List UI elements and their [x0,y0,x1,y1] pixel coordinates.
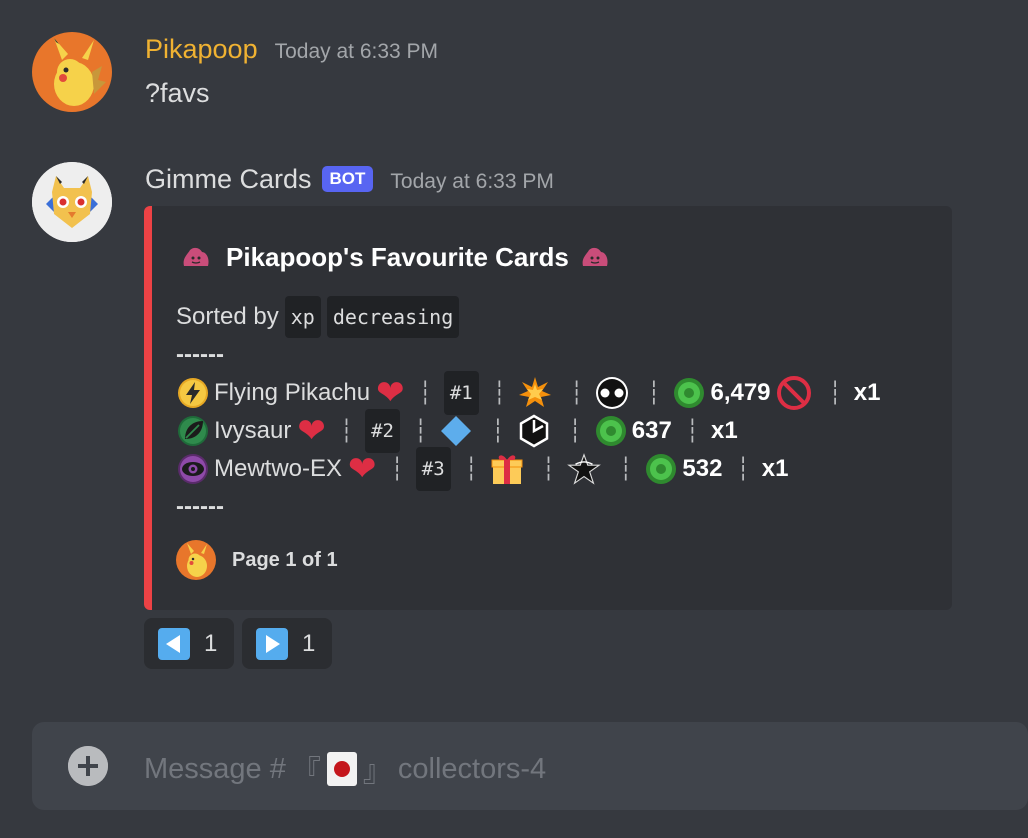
lightning-type-icon [176,376,210,410]
card-row: Ivysaur ❤ ┆ #2 ┆ ┆ ┆ 637 ┆ x1 [176,409,880,453]
arrow-right-icon [256,627,288,660]
author-row: Gimme Cards BOT Today at 6:33 PM [145,164,554,196]
separator: ┆ [414,418,427,443]
gimme-cards-bot-avatar-icon [32,162,112,242]
channel-name: collectors-4 [397,752,547,785]
black-circle-set-icon [595,376,629,410]
ditto-icon [180,244,212,272]
channel-bracket-close: 』 [362,756,392,788]
plus-icon [68,746,108,786]
separator: ┆ [569,380,583,405]
separator: ┆ [685,418,699,443]
author-row: Pikapoop Today at 6:33 PM [145,34,438,65]
no-entry-icon [776,376,811,410]
sorted-label: Sorted by [176,303,279,330]
gift-rarity-icon [490,452,524,486]
embed-title: Pikapoop's Favourite Cards [180,242,611,273]
heart-icon: ❤ [348,450,377,488]
bot-badge: BOT [321,166,374,192]
card-count: x1 [711,417,738,444]
xp-orb-icon [672,376,706,410]
embed-card: Pikapoop's Favourite Cards Sorted by xp … [144,206,952,610]
card-count: x1 [761,455,789,482]
separator: ┆ [619,456,632,481]
xp-orb-icon [644,452,678,486]
card-row: Flying Pikachu ❤ ┆ #1 ┆ ┆ ┆ 6,479 ┆ x1 [176,371,881,415]
author-name[interactable]: Gimme Cards [145,164,312,195]
embed-body: Sorted by xp decreasing ------ Flying Pi… [176,296,881,526]
next-page-button[interactable]: 1 [242,618,332,669]
pikachu-avatar-icon [32,32,112,112]
separator: ┆ [339,418,353,443]
separator: ┆ [828,380,842,405]
bot-avatar[interactable] [32,162,112,242]
separator: ┆ [736,456,749,481]
timestamp: Today at 6:33 PM [274,40,439,63]
divider-bottom: ------ [176,493,224,520]
separator: ┆ [568,418,582,443]
prev-page-button[interactable]: 1 [144,618,234,669]
separator: ┆ [491,418,504,443]
next-page-count: 1 [302,629,316,657]
promo-star-set-icon [567,452,602,486]
page-indicator: Page 1 of 1 [232,548,338,571]
card-rank: #3 [415,447,451,491]
channel-bracket-open: 『 [291,756,321,788]
xp-orb-icon [594,414,628,448]
card-name: Ivysaur [214,417,292,444]
prev-page-count: 1 [204,629,218,657]
card-name: Flying Pikachu [214,379,371,406]
star-burst-rarity-icon [518,376,552,410]
timestamp: Today at 6:33 PM [390,170,554,193]
card-row: Mewtwo-EX ❤ ┆ #3 ┆ ┆ ┆ 532 ┆ x1 [176,447,880,491]
ditto-icon [579,244,611,272]
card-name: Mewtwo-EX [214,455,343,482]
card-xp: 6,479 [710,379,771,406]
author-name[interactable]: Pikapoop [145,34,258,65]
message-composer: Message # 『 』 collectors-4 [32,722,1028,810]
divider-top: ------ [176,341,224,368]
psychic-type-icon [176,452,210,486]
separator: ┆ [390,456,404,481]
pikachu-avatar-icon [176,540,216,580]
flower-card-icon [326,752,357,786]
user-avatar[interactable] [32,32,112,112]
heart-icon: ❤ [297,412,326,450]
heart-icon: ❤ [376,374,405,412]
card-count: x1 [853,379,881,406]
separator: ┆ [418,380,432,405]
pagination-buttons: 1 1 [144,618,332,669]
grass-type-icon [176,414,210,448]
blue-diamond-rarity-icon [439,414,473,448]
hexagon-set-icon [517,414,551,448]
embed-footer: Page 1 of 1 [176,540,338,580]
separator: ┆ [464,456,478,481]
message-content: ?favs [145,78,210,108]
attach-plus-button[interactable] [68,746,108,786]
footer-avatar [176,540,216,580]
sort-line: Sorted by xp decreasing [176,296,880,338]
separator: ┆ [492,380,506,405]
card-xp: 637 [631,417,672,444]
card-rank: #1 [443,371,479,415]
sort-order-code: decreasing [326,296,460,338]
separator: ┆ [647,380,660,405]
embed-title-text: Pikapoop's Favourite Cards [226,242,569,272]
separator: ┆ [541,456,555,481]
sort-field-code: xp [284,296,321,338]
placeholder-prefix: Message # [144,752,286,785]
message-input[interactable]: Message # 『 』 collectors-4 [144,748,546,790]
arrow-left-icon [158,627,190,660]
card-rank: #2 [365,409,400,453]
card-xp: 532 [682,455,723,482]
